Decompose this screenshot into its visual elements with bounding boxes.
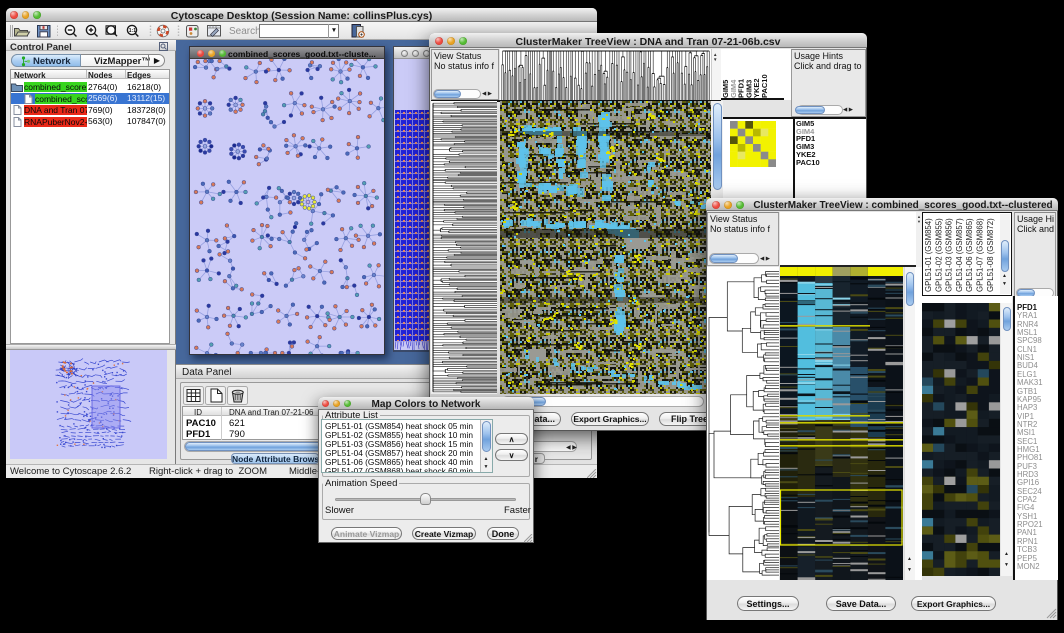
- svg-text:GPL51-01 (GSM854): GPL51-01 (GSM854): [924, 218, 933, 292]
- svg-text:GPL51-04 (GSM857): GPL51-04 (GSM857): [955, 218, 964, 292]
- svg-text:1:1: 1:1: [129, 28, 136, 34]
- svg-text:PAC10: PAC10: [760, 74, 769, 98]
- svg-text:GPL51-08 (GSM872): GPL51-08 (GSM872): [986, 218, 995, 292]
- svg-text:GPL51-06 (GSM865): GPL51-06 (GSM865): [965, 218, 974, 292]
- svg-text:GPL51-02 (GSM855): GPL51-02 (GSM855): [934, 218, 943, 292]
- svg-text:GPL51-07 (GSM868): GPL51-07 (GSM868): [976, 218, 985, 292]
- svg-text:GPL51-03 (GSM856): GPL51-03 (GSM856): [945, 218, 954, 292]
